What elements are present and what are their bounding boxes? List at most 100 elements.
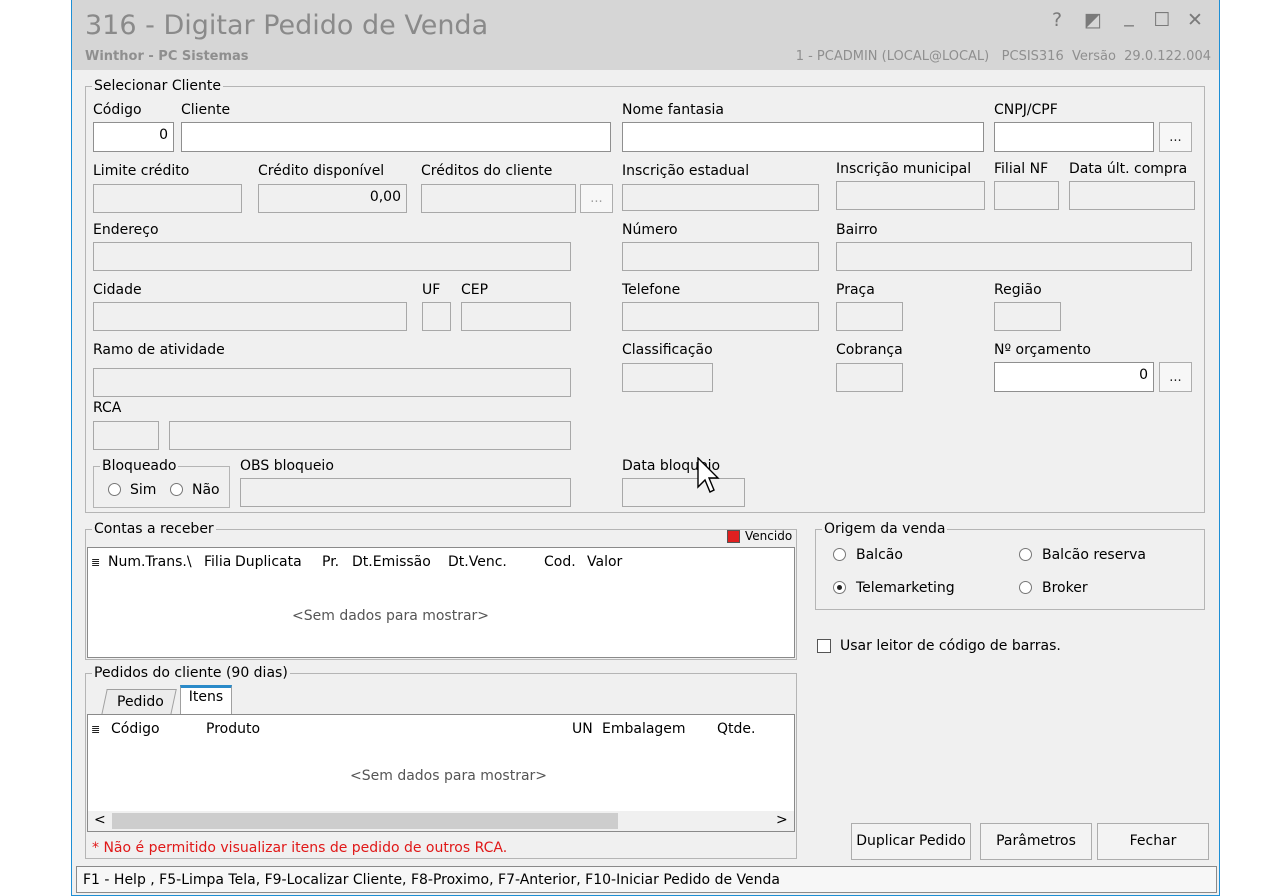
tab-pedido-label: Pedido — [117, 694, 164, 710]
vencido-label: Vencido — [745, 529, 793, 543]
regiao-label: Região — [994, 282, 1042, 298]
col-duplicata[interactable]: Duplicata — [235, 554, 302, 570]
uf-field — [422, 302, 451, 331]
bloqueado-sim-radio[interactable] — [108, 483, 121, 496]
telemarketing-label: Telemarketing — [856, 580, 955, 596]
help-icon[interactable]: ? — [1045, 8, 1069, 32]
col-un[interactable]: UN — [572, 721, 593, 737]
minimize-icon[interactable]: _ — [1117, 4, 1141, 28]
broker-radio[interactable] — [1019, 581, 1032, 594]
numero-label: Número — [622, 222, 678, 238]
user-info: 1 - PCADMIN (LOCAL@LOCAL) PCSIS316 Versã… — [795, 49, 1211, 64]
tab-itens[interactable]: Itens — [180, 685, 232, 715]
pedidos-warning: * Não é permitido visualizar itens de pe… — [92, 840, 508, 856]
balcao-reserva-radio[interactable] — [1019, 548, 1032, 561]
creditos-lookup-button[interactable]: ... — [580, 184, 613, 213]
col-codigo[interactable]: Código — [111, 721, 160, 737]
origem-venda-group: Origem da venda — [815, 520, 1205, 610]
vencido-swatch — [727, 530, 740, 543]
col-pr[interactable]: Pr. — [322, 554, 339, 570]
rca-name-field — [169, 421, 571, 450]
balcao-label: Balcão — [856, 547, 903, 563]
cep-label: CEP — [461, 282, 489, 298]
scroll-right-icon[interactable]: > — [776, 812, 788, 828]
credito-disponivel-field: 0,00 — [258, 184, 407, 213]
close-icon[interactable]: ✕ — [1183, 8, 1207, 32]
credito-disponivel-label: Crédito disponível — [258, 163, 385, 179]
scrollbar-thumb[interactable] — [112, 813, 618, 829]
col-qtde[interactable]: Qtde. — [717, 721, 755, 737]
col-produto[interactable]: Produto — [206, 721, 260, 737]
ramo-field — [93, 368, 571, 397]
cnpj-lookup-button[interactable]: ... — [1159, 122, 1192, 152]
orcamento-input[interactable]: 0 — [994, 362, 1154, 392]
fechar-button[interactable]: Fechar — [1097, 823, 1209, 860]
codigo-input[interactable]: 0 — [93, 122, 174, 152]
barcode-checkbox[interactable] — [817, 639, 831, 653]
obs-bloqueio-label: OBS bloqueio — [240, 458, 334, 474]
filial-nf-label: Filial NF — [994, 161, 1049, 177]
cobranca-label: Cobrança — [836, 342, 903, 358]
filial-nf-field — [994, 181, 1059, 210]
broker-label: Broker — [1042, 580, 1088, 596]
numero-field — [622, 242, 819, 271]
orcamento-lookup-button[interactable]: ... — [1159, 362, 1192, 392]
duplicar-pedido-button[interactable]: Duplicar Pedido — [851, 823, 971, 860]
telefone-field — [622, 302, 819, 331]
rca-label: RCA — [93, 400, 122, 416]
limite-credito-field — [93, 184, 242, 213]
rca-code-field — [93, 421, 159, 450]
praca-field — [836, 302, 903, 331]
bloqueado-label: Bloqueado — [100, 457, 179, 475]
col-num-trans[interactable]: Num.Trans.\ — [108, 554, 192, 570]
classificacao-field — [622, 363, 713, 392]
col-dt-emissao[interactable]: Dt.Emissão — [352, 554, 431, 570]
creditos-cliente-field — [421, 184, 576, 213]
parametros-button[interactable]: Parâmetros — [980, 823, 1092, 860]
grid-menu-icon[interactable]: ≣ — [91, 556, 100, 569]
contas-empty-text: <Sem dados para mostrar> — [292, 608, 490, 624]
uf-label: UF — [422, 282, 441, 298]
ramo-label: Ramo de atividade — [93, 342, 225, 358]
pedidos-empty-text: <Sem dados para mostrar> — [350, 768, 548, 784]
col-valor[interactable]: Valor — [587, 554, 622, 570]
window-subtitle: Winthor - PC Sistemas — [85, 49, 249, 64]
bloqueado-nao-label: Não — [192, 482, 220, 498]
orcamento-label: Nº orçamento — [994, 342, 1091, 358]
col-cod[interactable]: Cod. — [544, 554, 576, 570]
bloqueado-sim-label: Sim — [130, 482, 157, 498]
telemarketing-radio[interactable] — [833, 581, 846, 594]
inscricao-estadual-field — [622, 184, 819, 211]
classificacao-label: Classificação — [622, 342, 713, 358]
maximize-icon[interactable]: ☐ — [1150, 8, 1174, 32]
cep-field — [461, 302, 571, 331]
balcao-radio[interactable] — [833, 548, 846, 561]
nome-fantasia-input[interactable] — [622, 122, 984, 152]
contas-label: Contas a receber — [92, 520, 216, 538]
window-title: 316 - Digitar Pedido de Venda — [85, 10, 489, 41]
inscricao-municipal-field — [836, 181, 985, 210]
group-label: Selecionar Cliente — [92, 77, 223, 95]
bloqueado-nao-radio[interactable] — [170, 483, 183, 496]
codigo-label: Código — [93, 102, 142, 118]
telefone-label: Telefone — [622, 282, 681, 298]
col-filial[interactable]: Filia — [204, 554, 230, 570]
cnpj-label: CNPJ/CPF — [994, 102, 1058, 118]
data-ult-compra-field — [1069, 181, 1195, 210]
grid-menu-icon[interactable]: ≣ — [91, 723, 100, 736]
barcode-label: Usar leitor de código de barras. — [840, 638, 1061, 654]
col-embalagem[interactable]: Embalagem — [602, 721, 686, 737]
cnpj-input[interactable] — [994, 122, 1154, 152]
contas-grid[interactable]: ≣ Num.Trans.\ Filia Duplicata Pr. Dt.Emi… — [87, 547, 795, 658]
limite-credito-label: Limite crédito — [93, 163, 190, 179]
restore-icon[interactable]: ◩ — [1081, 8, 1105, 32]
cliente-input[interactable] — [181, 122, 611, 152]
data-bloqueio-field — [622, 478, 745, 507]
pedidos-label: Pedidos do cliente (90 dias) — [92, 664, 290, 682]
mouse-cursor-icon — [697, 457, 720, 493]
inscricao-municipal-label: Inscrição municipal — [836, 161, 972, 177]
pedidos-grid[interactable]: ≣ Código Produto UN Embalagem Qtde. <Sem… — [87, 714, 795, 832]
scroll-left-icon[interactable]: < — [94, 812, 106, 828]
cliente-label: Cliente — [181, 102, 231, 118]
col-dt-venc[interactable]: Dt.Venc. — [448, 554, 507, 570]
